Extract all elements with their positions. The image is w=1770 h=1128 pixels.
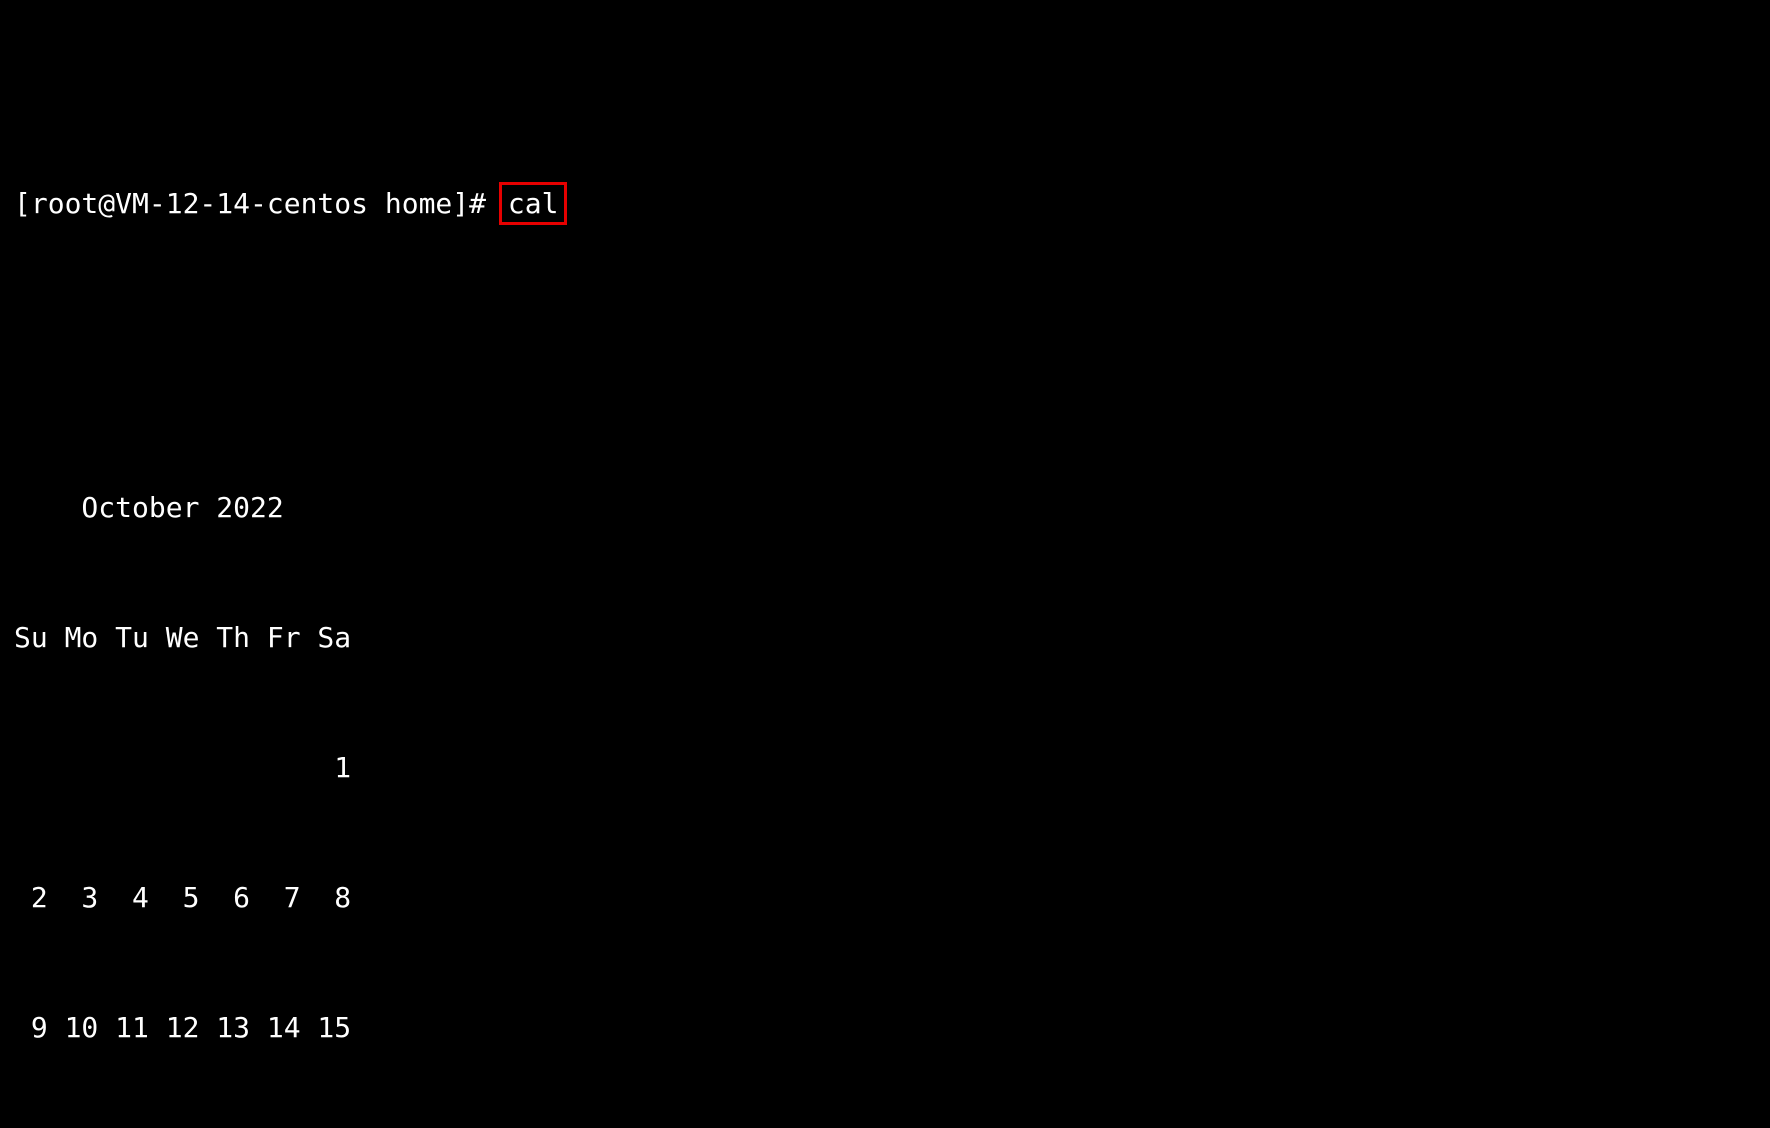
calendar-row: 1 <box>14 746 1756 789</box>
calendar-october-2022: October 2022 Su Mo Tu We Th Fr Sa 1 2 3 … <box>14 399 1756 1128</box>
calendar-weekday-header: Su Mo Tu We Th Fr Sa <box>14 616 1756 659</box>
terminal-output[interactable]: [root@VM-12-14-centos home]# cal October… <box>0 0 1770 1128</box>
calendar-title: October 2022 <box>14 486 1756 529</box>
command-cal: cal <box>499 182 568 226</box>
prompt-line-1: [root@VM-12-14-centos home]# cal <box>14 182 1756 226</box>
calendar-row: 2 3 4 5 6 7 8 <box>14 876 1756 919</box>
calendar-row: 9 10 11 12 13 14 15 <box>14 1006 1756 1049</box>
shell-prompt: [root@VM-12-14-centos home]# <box>14 182 503 225</box>
